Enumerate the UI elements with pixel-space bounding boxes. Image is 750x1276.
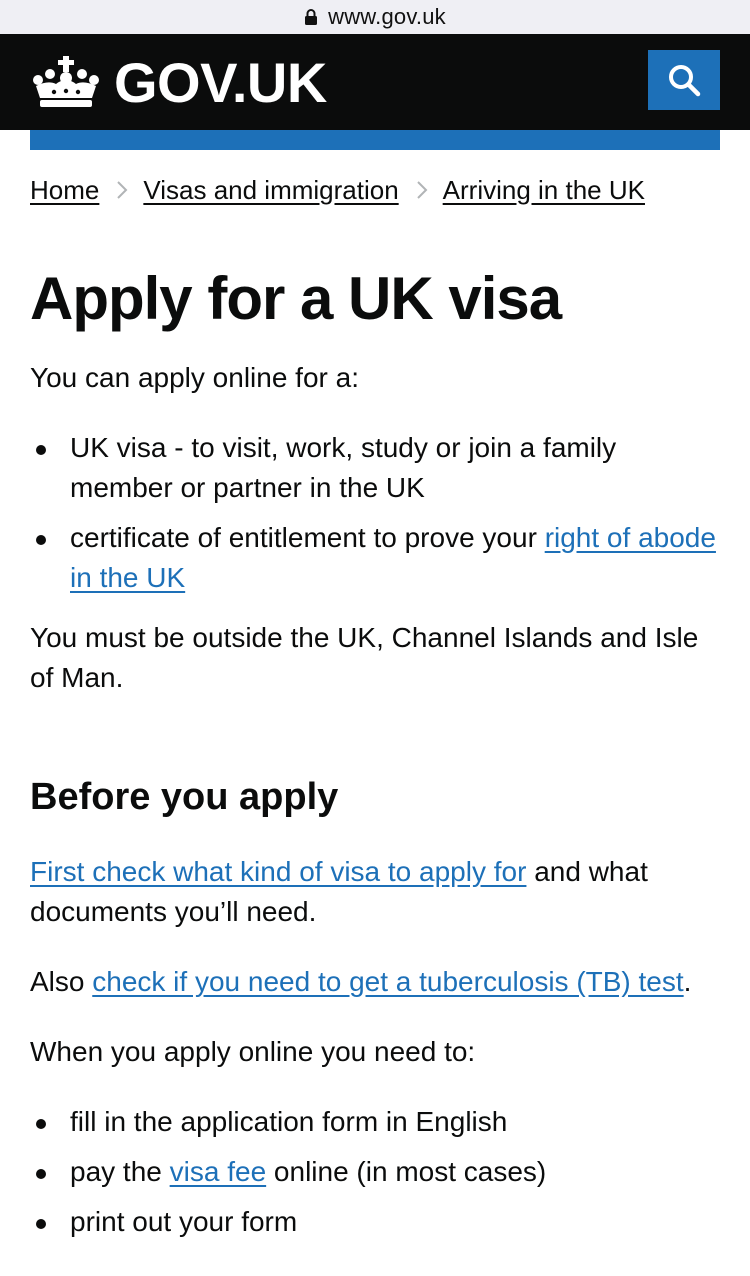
crown-icon xyxy=(33,56,99,107)
site-header: GOV.UK xyxy=(0,34,750,130)
breadcrumb: Home Visas and immigration Arriving in t… xyxy=(30,170,645,210)
apply-for-list: UK visa - to visit, work, study or join … xyxy=(30,428,720,598)
visa-type-link[interactable]: First check what kind of visa to apply f… xyxy=(30,856,526,887)
list-item-text: certificate of entitlement to prove your xyxy=(70,522,545,553)
list-item: pay the visa fee online (in most cases) xyxy=(30,1152,720,1192)
before-you-apply-heading: Before you apply xyxy=(30,776,339,818)
search-button[interactable] xyxy=(648,50,720,110)
breadcrumb-arriving-link[interactable]: Arriving in the UK xyxy=(443,175,645,206)
list-item-text: fill in the application form in English xyxy=(70,1106,508,1137)
visa-fee-link[interactable]: visa fee xyxy=(170,1156,267,1187)
page-title: Apply for a UK visa xyxy=(30,265,562,332)
list-item-text: print out your form xyxy=(70,1206,298,1237)
url-text: www.gov.uk xyxy=(328,4,446,29)
search-icon xyxy=(669,65,701,97)
lock-icon xyxy=(305,9,318,25)
govuk-logo[interactable]: GOV.UK xyxy=(30,44,327,120)
intro-text: You can apply online for a: xyxy=(30,362,359,393)
list-item-text: pay the xyxy=(70,1156,170,1187)
list-item: print out your form xyxy=(30,1202,720,1242)
list-item: fill in the application form in English xyxy=(30,1102,720,1142)
list-item-text: UK visa - to visit, work, study or join … xyxy=(70,432,617,503)
apply-steps-list: fill in the application form in English … xyxy=(30,1102,720,1242)
header-blue-stripe xyxy=(30,130,720,150)
list-item-text: online (in most cases) xyxy=(266,1156,547,1187)
first-check-paragraph: First check what kind of visa to apply f… xyxy=(30,852,720,932)
tb-test-link[interactable]: check if you need to get a tuberculosis … xyxy=(92,966,683,997)
outside-uk-text: You must be outside the UK, Channel Isla… xyxy=(30,622,699,693)
list-item: certificate of entitlement to prove your… xyxy=(30,518,720,598)
chevron-right-icon xyxy=(416,181,428,199)
logo-text: GOV.UK xyxy=(114,50,327,114)
list-item: UK visa - to visit, work, study or join … xyxy=(30,428,720,508)
tb-test-paragraph: Also check if you need to get a tubercul… xyxy=(30,962,720,1002)
browser-url-bar[interactable]: www.gov.uk xyxy=(0,0,750,34)
when-apply-text: When you apply online you need to: xyxy=(30,1036,476,1067)
breadcrumb-home-link[interactable]: Home xyxy=(30,175,99,206)
also-text: Also xyxy=(30,966,93,997)
main-content: Apply for a UK visa You can apply online… xyxy=(30,262,720,1252)
breadcrumb-visas-link[interactable]: Visas and immigration xyxy=(143,175,398,206)
period-text: . xyxy=(683,966,692,997)
chevron-right-icon xyxy=(117,181,128,199)
